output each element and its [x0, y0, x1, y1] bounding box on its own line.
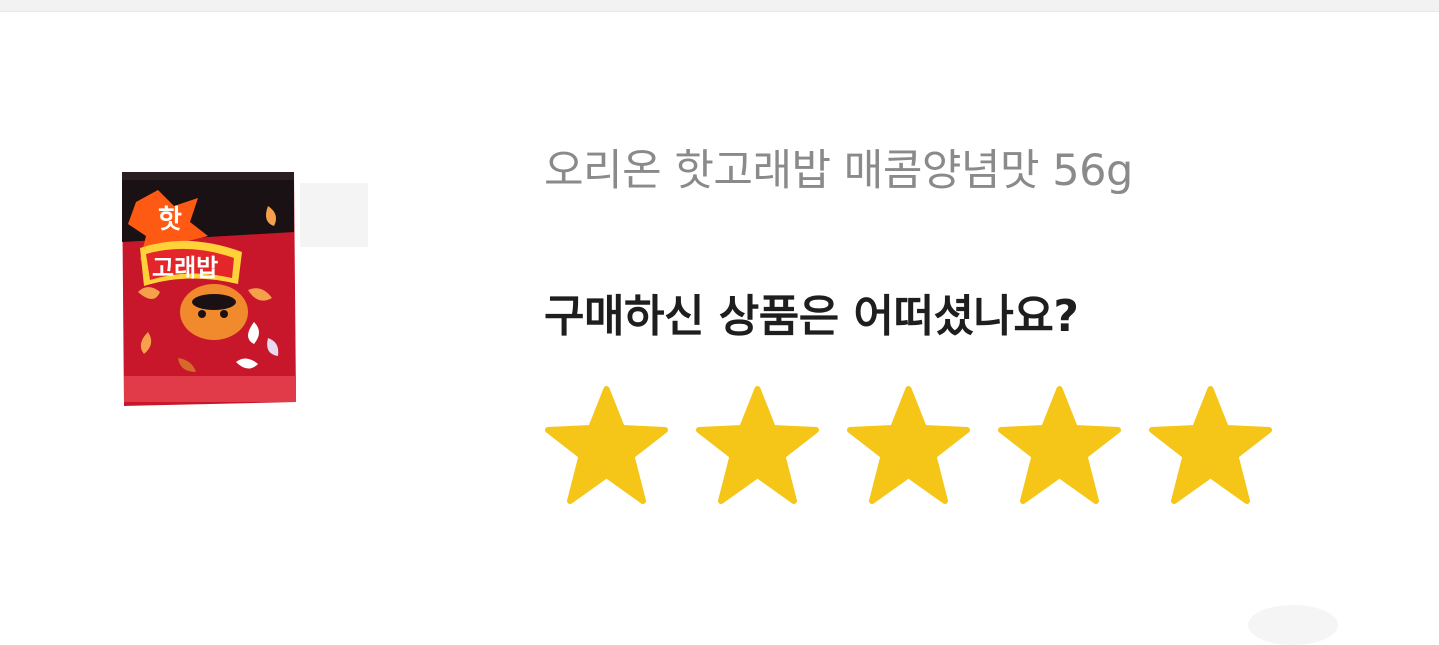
- star-icon: [1149, 386, 1272, 504]
- star-5-button[interactable]: [1147, 385, 1274, 509]
- star-icon: [847, 386, 970, 504]
- star-2-button[interactable]: [694, 385, 821, 509]
- product-name: 오리온 핫고래밥 매콤양념맛 56g: [544, 146, 1133, 196]
- svg-text:핫: 핫: [158, 205, 182, 235]
- star-icon: [696, 386, 819, 504]
- star-1-button[interactable]: [543, 385, 670, 509]
- svg-text:고래밥: 고래밥: [152, 254, 218, 282]
- top-divider: [0, 0, 1439, 12]
- star-icon: [998, 386, 1121, 504]
- product-image: 핫 고래밥: [118, 162, 298, 414]
- star-rating: [543, 385, 1274, 511]
- star-3-button[interactable]: [845, 385, 972, 509]
- rating-question: 구매하신 상품은 어떠셨나요?: [544, 291, 1079, 342]
- corner-decoration: [1248, 605, 1338, 645]
- product-image-shadow: [300, 183, 368, 247]
- star-icon: [545, 386, 668, 504]
- snack-package-image: 핫 고래밥: [122, 172, 296, 406]
- star-4-button[interactable]: [996, 385, 1123, 509]
